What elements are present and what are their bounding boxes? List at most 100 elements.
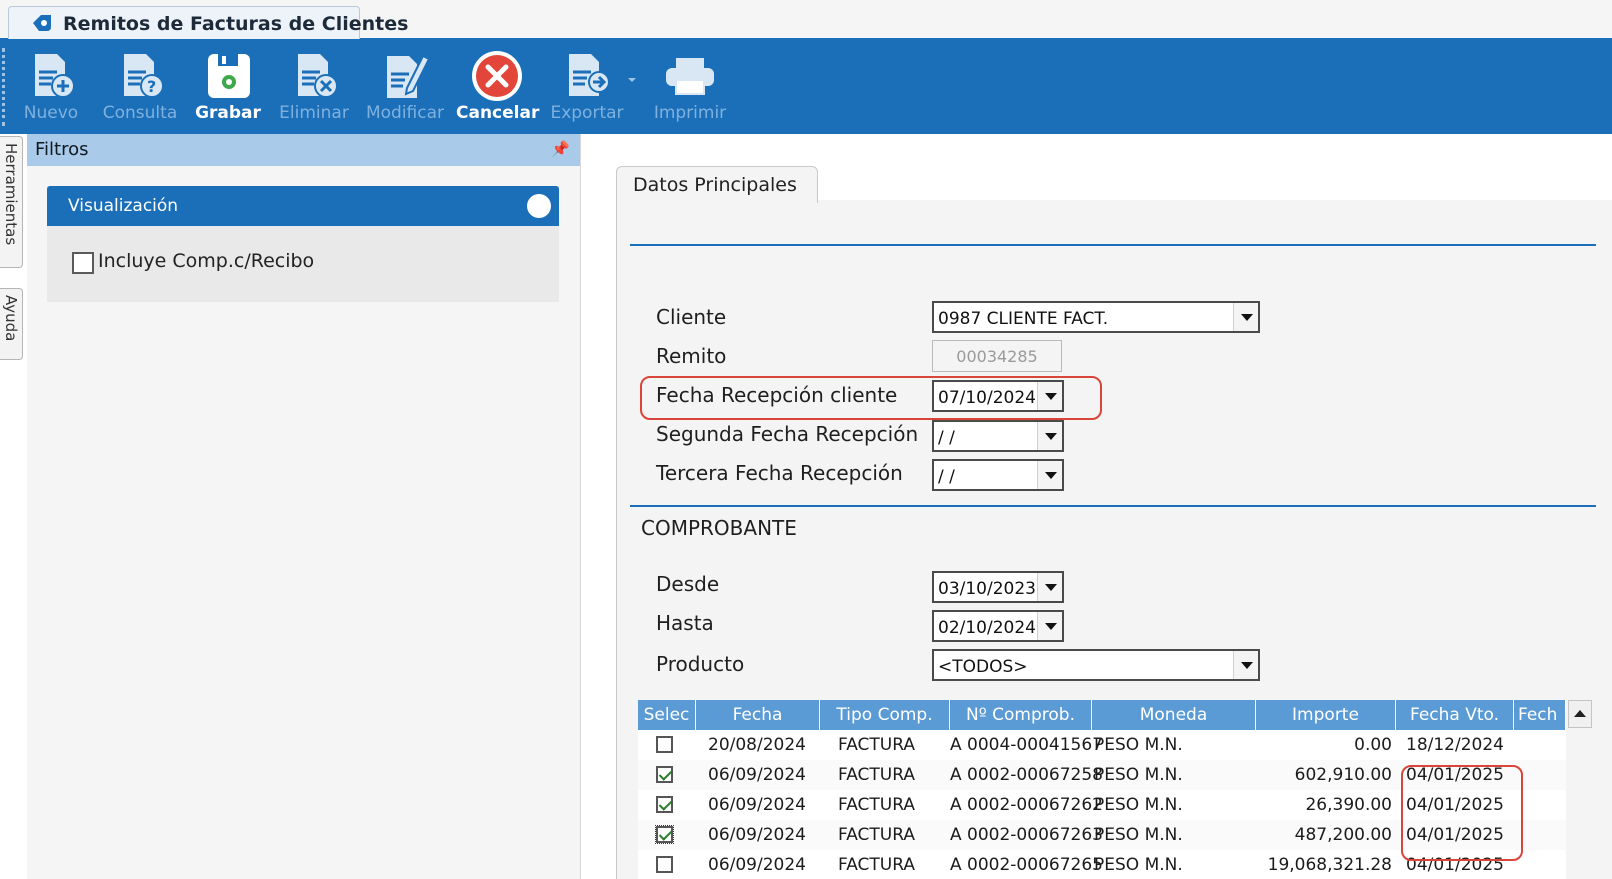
imprimir-button[interactable]: Imprimir <box>648 40 732 134</box>
cell-fecha: 06/09/2024 <box>708 825 806 845</box>
cell-comprob: A 0002-00067265 <box>950 855 1103 875</box>
toolbar: Nuevo ? Consulta Grabar Eliminar Modific… <box>0 40 1612 134</box>
cell-comprob: A 0002-00067262 <box>950 795 1103 815</box>
column-header-fecha-extra[interactable]: Fech <box>1514 700 1566 730</box>
exportar-button[interactable]: Exportar <box>546 40 628 134</box>
tab-datos-principales[interactable]: Datos Principales <box>616 166 818 203</box>
nuevo-button[interactable]: Nuevo <box>16 40 86 134</box>
cell-importe: 26,390.00 <box>1305 795 1392 815</box>
column-header-importe[interactable]: Importe <box>1256 700 1396 730</box>
cliente-combo[interactable]: 0987 CLIENTE FACT. <box>932 301 1260 333</box>
column-header-fecha[interactable]: Fecha <box>696 700 820 730</box>
incluye-recibo-label: Incluye Comp.c/Recibo <box>98 250 315 272</box>
hasta-value: 02/10/2024 <box>938 618 1036 638</box>
cell-fecha: 06/09/2024 <box>708 855 806 875</box>
exportar-dropdown-chevron-icon[interactable] <box>628 78 636 82</box>
cell-tipo: FACTURA <box>838 855 915 875</box>
cell-moneda: PESO M.N. <box>1094 825 1183 845</box>
tercera-fecha-picker[interactable]: / / <box>932 459 1064 491</box>
grabar-button-label: Grabar <box>195 103 261 123</box>
doc-question-icon: ? <box>112 48 168 104</box>
cancelar-button[interactable]: Cancelar <box>456 40 540 134</box>
exportar-button-label: Exportar <box>550 103 624 123</box>
modificar-button[interactable]: Modificar <box>360 40 450 134</box>
cell-importe: 19,068,321.28 <box>1267 855 1392 875</box>
segunda-fecha-value: / / <box>938 428 955 448</box>
column-header-fecha-vto[interactable]: Fecha Vto. <box>1396 700 1514 730</box>
cell-fecha: 06/09/2024 <box>708 765 806 785</box>
fecha-vto-highlight <box>1401 765 1523 861</box>
hasta-picker[interactable]: 02/10/2024 <box>932 610 1064 642</box>
document-tab[interactable]: Remitos de Facturas de Clientes <box>8 6 408 39</box>
producto-value: <TODOS> <box>938 657 1028 677</box>
remito-label: Remito <box>656 344 727 368</box>
chevron-down-icon[interactable] <box>1037 461 1062 489</box>
eliminar-button[interactable]: Eliminar <box>274 40 354 134</box>
collapse-toggle-icon[interactable] <box>527 194 551 218</box>
column-header-nro-comprob[interactable]: Nº Comprob. <box>950 700 1092 730</box>
filters-title: Filtros <box>35 139 89 160</box>
chevron-down-icon[interactable] <box>1037 612 1062 640</box>
remito-field[interactable]: 00034285 <box>932 340 1062 372</box>
row-select-checkbox[interactable] <box>656 766 673 783</box>
table-row[interactable]: 20/08/2024 FACTURA A 0004-00041567 PESO … <box>638 730 1566 760</box>
cell-importe: 487,200.00 <box>1294 825 1392 845</box>
desde-value: 03/10/2023 <box>938 579 1036 599</box>
chevron-down-icon[interactable] <box>1233 651 1258 679</box>
grabar-button[interactable]: Grabar <box>188 40 268 134</box>
cell-importe: 0.00 <box>1354 735 1392 755</box>
printer-icon <box>662 48 718 104</box>
incluye-recibo-checkbox[interactable] <box>72 252 94 274</box>
desde-picker[interactable]: 03/10/2023 <box>932 571 1064 603</box>
column-header-tipo-comp[interactable]: Tipo Comp. <box>820 700 950 730</box>
save-icon <box>200 48 256 104</box>
cell-importe: 602,910.00 <box>1294 765 1392 785</box>
row-select-checkbox[interactable] <box>656 736 673 753</box>
remito-value: 00034285 <box>956 347 1038 366</box>
chevron-down-icon[interactable] <box>1037 422 1062 450</box>
consulta-button[interactable]: ? Consulta <box>100 40 180 134</box>
cell-tipo: FACTURA <box>838 735 915 755</box>
cell-tipo: FACTURA <box>838 765 915 785</box>
row-select-checkbox[interactable] <box>655 825 674 844</box>
fecha-recepcion-value: 07/10/2024 <box>938 388 1036 408</box>
chevron-down-icon[interactable] <box>1233 303 1258 331</box>
chevron-down-icon[interactable] <box>1037 573 1062 601</box>
side-tab-herramientas[interactable]: Herramientas <box>0 136 23 268</box>
imprimir-button-label: Imprimir <box>653 103 727 123</box>
chevron-down-icon[interactable] <box>1037 382 1062 410</box>
cancelar-button-label: Cancelar <box>456 103 540 123</box>
producto-combo[interactable]: <TODOS> <box>932 649 1260 681</box>
consulta-button-label: Consulta <box>102 103 178 123</box>
cell-fecha: 20/08/2024 <box>708 735 806 755</box>
side-tab-ayuda[interactable]: Ayuda <box>0 288 23 360</box>
app-logo-icon <box>31 13 53 33</box>
row-select-checkbox[interactable] <box>656 856 673 873</box>
segunda-fecha-label: Segunda Fecha Recepción <box>656 422 919 446</box>
cell-moneda: PESO M.N. <box>1094 855 1183 875</box>
cliente-value: 0987 CLIENTE FACT. <box>938 309 1109 329</box>
segunda-fecha-picker[interactable]: / / <box>932 420 1064 452</box>
grid-scroll-up-button[interactable] <box>1568 700 1592 728</box>
toolbar-grip[interactable] <box>2 48 8 126</box>
svg-text:?: ? <box>147 77 156 96</box>
cell-comprob: A 0002-00067263 <box>950 825 1103 845</box>
tercera-fecha-value: / / <box>938 467 955 487</box>
cliente-label: Cliente <box>656 305 727 329</box>
doc-export-icon <box>559 48 615 104</box>
column-header-selec[interactable]: Selec <box>638 700 696 730</box>
pin-icon[interactable]: 📌 <box>551 140 570 158</box>
eliminar-button-label: Eliminar <box>279 103 349 123</box>
row-select-checkbox[interactable] <box>656 796 673 813</box>
column-header-moneda[interactable]: Moneda <box>1092 700 1256 730</box>
doc-edit-icon <box>377 48 433 104</box>
fecha-recepcion-picker[interactable]: 07/10/2024 <box>932 380 1064 412</box>
cell-moneda: PESO M.N. <box>1094 765 1183 785</box>
modificar-button-label: Modificar <box>365 103 445 123</box>
cell-comprob: A 0004-00041567 <box>950 735 1103 755</box>
side-tab-herramientas-label: Herramientas <box>2 143 20 246</box>
visualizacion-header[interactable]: Visualización <box>47 186 559 226</box>
document-tab-title: Remitos de Facturas de Clientes <box>63 13 409 35</box>
section-divider <box>630 505 1596 507</box>
comprobante-section-title: COMPROBANTE <box>641 516 797 540</box>
